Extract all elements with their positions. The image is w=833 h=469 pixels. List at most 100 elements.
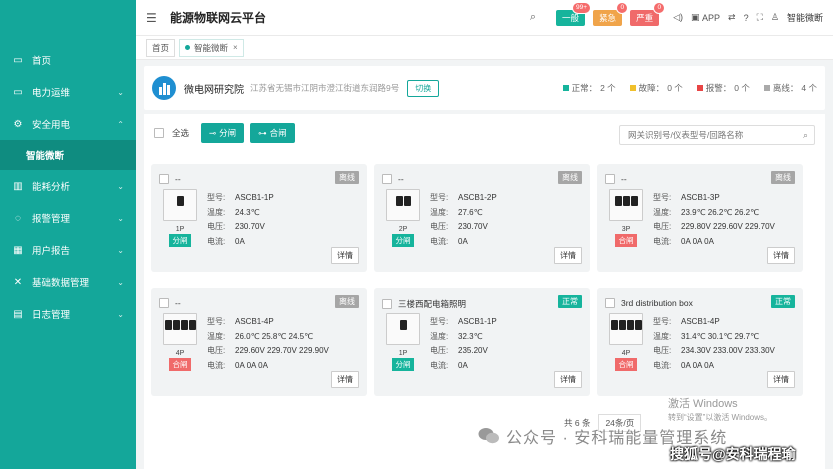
sidebar-item-alarm-mgmt[interactable]: ◌ 报警管理 ⌄ [0,202,136,234]
search-icon[interactable]: ⌕ [803,130,808,141]
sidebar-item-log-mgmt[interactable]: ▤ 日志管理 ⌄ [0,298,136,330]
spec-key: 温度: [653,207,672,217]
device-checkbox[interactable] [382,174,392,184]
switch-state-badge: 合闸 [615,234,637,247]
spec-value: 26.0℃ 25.8℃ 24.5℃ [235,331,314,341]
spec-value: 0A 0A 0A [235,360,268,370]
tab-smart-breaker[interactable]: 智能微断 × [179,38,244,57]
pole-label: 4P [175,350,185,357]
detail-button[interactable]: 详情 [554,247,582,264]
spec-model: 型号: ASCB1-2P [430,191,497,206]
sound-icon[interactable]: ◁) [673,12,683,23]
breaker-pole [618,320,626,330]
spec-key: 电流: [653,360,672,370]
device-checkbox[interactable] [159,298,169,308]
device-checkbox[interactable] [382,299,392,309]
sidebar-item-label: 用户报告 [32,246,71,257]
device-card: -- 离线 2P 分闸 型号: ASCB1-2P 温度: 27.6℃ 电压: 230.… [374,164,590,272]
chevron-down-icon: ⌄ [117,181,124,191]
spec-value: ASCB1-2P [458,193,497,202]
spec-key: 电流: [207,236,226,246]
spec-key: 型号: [653,317,672,326]
alarm-critical-button[interactable]: 严重 0 [630,1,666,26]
gear-icon: ⚙ [13,118,23,130]
monitor-icon: ▭ [13,86,23,98]
alarm-general-button[interactable]: 一般 99+ [556,1,592,26]
device-checkbox[interactable] [605,298,615,308]
spec-key: 电流: [430,360,449,370]
spec-value: ASCB1-1P [458,317,497,326]
sidebar-item-user-report[interactable]: ▦ 用户报告 ⌄ [0,234,136,266]
sidebar-item-energy-analysis[interactable]: ▥ 能耗分析 ⌄ [0,170,136,202]
search-icon[interactable]: ⌕ [530,11,536,24]
alarm-label: 紧急 [599,12,617,23]
app-qr-icon[interactable]: ▣ APP [691,12,720,23]
user-name[interactable]: 智能微断 [787,11,823,24]
open-icon: ⊸ [209,127,217,138]
sidebar-item-home[interactable]: ▭ 首页 [0,44,136,76]
spec-value: ASCB1-4P [235,317,274,326]
pole-label: 3P [621,226,631,233]
chevron-down-icon: ⌄ [117,213,124,223]
tab-home[interactable]: 首页 [146,38,176,57]
alarm-urgent-button[interactable]: 紧急 0 [593,1,629,26]
chevron-down-icon: ⌄ [117,245,124,255]
device-specs: 型号: ASCB1-3P 温度: 23.9℃ 26.2℃ 26.2℃ 电压: 229.… [653,191,775,249]
detail-button[interactable]: 详情 [767,247,795,264]
org-address: 江苏省无锡市江阴市澄江街道东润路9号 [250,83,400,93]
top-header: ☰ 能源物联网云平台 ⌕ 一般 99+ 紧急 0 严重 0 ◁) ▣ APP ⇄… [136,0,833,36]
transfer-icon[interactable]: ⇄ [728,12,736,23]
detail-button[interactable]: 详情 [767,371,795,388]
active-dot-icon [185,45,191,50]
breaker-pole [610,320,618,330]
sidebar-item-label: 报警管理 [32,214,71,225]
spec-model: 型号: ASCB1-1P [430,315,497,330]
spec-temp: 温度: 26.0℃ 25.8℃ 24.5℃ [207,330,329,345]
alarm-count-badge: 0 [653,1,666,14]
breaker-image: 2P 分闸 [386,189,420,247]
shirt-icon[interactable]: ♙ [771,12,779,23]
spec-value: 230.70V [235,222,265,231]
spec-current: 电流: 0A 0A 0A [207,359,329,374]
breaker-pole [399,320,407,330]
device-specs: 型号: ASCB1-4P 温度: 26.0℃ 25.8℃ 24.5℃ 电压: 229.… [207,315,329,373]
sidebar-item-label: 日志管理 [32,310,71,321]
search-box: ⌕ [619,125,815,145]
sidebar-item-label: 首页 [32,56,52,67]
breaker-image: 1P 分闸 [163,189,197,247]
search-input[interactable] [628,130,798,140]
spec-key: 电压: [430,346,449,355]
status-badge: 离线 [558,171,582,184]
sidebar-item-safe-power[interactable]: ⚙ 安全用电 ⌃ [0,108,136,140]
detail-button[interactable]: 详情 [331,247,359,264]
detail-button[interactable]: 详情 [331,371,359,388]
spec-voltage: 电压: 230.70V [207,220,274,235]
close-icon[interactable]: × [233,43,238,52]
select-all-label: 全选 [172,128,190,138]
switch-org-button[interactable]: 切换 [407,79,440,97]
pole-label: 1P [175,226,185,233]
device-checkbox[interactable] [605,174,615,184]
detail-button[interactable]: 详情 [554,371,582,388]
spec-value: 31.4℃ 30.1℃ 29.7℃ [681,331,760,341]
breaker-pole [622,196,630,206]
close-breaker-button[interactable]: ⊶ 合闸 [250,123,295,143]
stat-value: 0 个 [734,83,750,93]
sohu-watermark: 搜狐号@安科瑞程瑜 [670,446,796,462]
device-checkbox[interactable] [159,174,169,184]
app-title: 能源物联网云平台 [170,11,267,25]
sidebar-item-base-data[interactable]: ✕ 基础数据管理 ⌄ [0,266,136,298]
select-all-checkbox[interactable] [154,128,164,138]
sidebar-item-power-om[interactable]: ▭ 电力运维 ⌄ [0,76,136,108]
device-name: 3rd distribution box [621,298,693,308]
alarm-label: 严重 [636,12,654,23]
fullscreen-icon[interactable]: ⛶ [757,12,763,23]
open-breaker-button[interactable]: ⊸ 分闸 [201,123,245,143]
chevron-down-icon: ⌄ [117,277,124,287]
menu-toggle-icon[interactable]: ☰ [146,11,160,25]
sidebar-item-smart-breaker[interactable]: 智能微断 [0,140,136,170]
chevron-down-icon: ⌄ [117,309,124,319]
help-icon[interactable]: ? [744,13,749,23]
breaker-pole [172,320,180,330]
windows-activation-watermark: 激活 Windows 转到“设置”以激活 Windows。 [668,398,772,424]
